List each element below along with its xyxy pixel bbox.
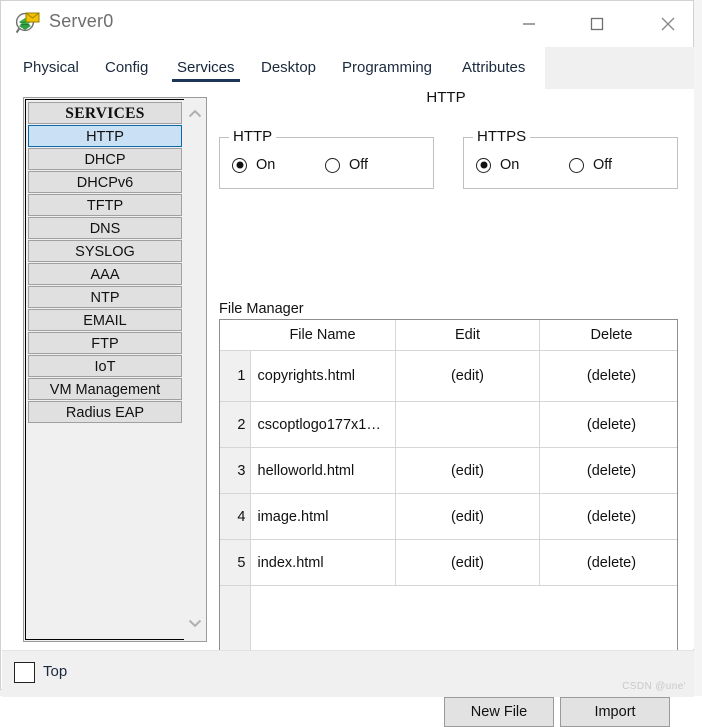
sidebar-scrollbar[interactable] xyxy=(184,99,205,640)
https-radio-on[interactable]: On xyxy=(476,154,519,176)
window-title: Server0 xyxy=(49,11,114,31)
http-groupbox: HTTP On Off xyxy=(219,128,434,189)
file-manager-table: File Name Edit Delete 1 copyrights.html … xyxy=(219,319,678,686)
sidebar-item-syslog[interactable]: SYSLOG xyxy=(28,240,182,262)
radio-selected-icon xyxy=(476,157,491,173)
top-checkbox[interactable] xyxy=(14,662,35,683)
body-area: SERVICES HTTP DHCP DHCPv6 TFTP DNS SYSLO… xyxy=(1,89,695,727)
table-row: 4 image.html (edit) (delete) xyxy=(220,493,677,540)
row-index: 3 xyxy=(220,447,251,494)
tab-desktop[interactable]: Desktop xyxy=(261,59,316,82)
tab-strip-filler xyxy=(545,47,695,89)
file-manager-label: File Manager xyxy=(219,301,304,317)
sidebar-item-iot[interactable]: IoT xyxy=(28,355,182,377)
row-index: 1 xyxy=(220,350,251,402)
row-edit-link[interactable] xyxy=(395,401,540,448)
https-radio-off-label: Off xyxy=(593,157,613,173)
row-index: 2 xyxy=(220,401,251,448)
sidebar-item-dhcpv6[interactable]: DHCPv6 xyxy=(28,171,182,193)
server-device-icon xyxy=(15,10,41,36)
row-index: 5 xyxy=(220,539,251,586)
table-header-row: File Name Edit Delete xyxy=(220,320,677,351)
window-right-edge xyxy=(694,0,702,696)
table-row: 2 cscoptlogo177x1… (delete) xyxy=(220,401,677,448)
http-radio-on-label: On xyxy=(256,157,276,173)
row-edit-link[interactable]: (edit) xyxy=(395,350,540,402)
sidebar-header: SERVICES xyxy=(28,102,182,124)
maximize-icon[interactable] xyxy=(574,1,620,47)
minimize-icon[interactable] xyxy=(506,1,552,47)
sidebar-item-tftp[interactable]: TFTP xyxy=(28,194,182,216)
https-groupbox: HTTPS On Off xyxy=(463,128,678,189)
sidebar-item-aaa[interactable]: AAA xyxy=(28,263,182,285)
window-inner-frame: Server0 Physical Config Services Desktop… xyxy=(0,0,695,727)
sidebar-item-ntp[interactable]: NTP xyxy=(28,286,182,308)
http-groupbox-legend: HTTP xyxy=(229,128,277,145)
header-delete: Delete xyxy=(539,320,677,351)
row-file-name: cscoptlogo177x1… xyxy=(250,401,396,448)
https-radio-on-label: On xyxy=(500,157,520,173)
services-list: SERVICES HTTP DHCP DHCPv6 TFTP DNS SYSLO… xyxy=(25,99,185,640)
http-radio-row: On Off xyxy=(228,154,428,180)
tab-strip: Physical Config Services Desktop Program… xyxy=(1,47,695,89)
sidebar-item-dns[interactable]: DNS xyxy=(28,217,182,239)
row-file-name: image.html xyxy=(250,493,396,540)
sidebar-item-vm-management[interactable]: VM Management xyxy=(28,378,182,400)
tab-services[interactable]: Services xyxy=(172,59,240,82)
tab-programming[interactable]: Programming xyxy=(342,59,432,82)
footer-bar: Top CSDN @une' xyxy=(2,650,694,697)
row-file-name: index.html xyxy=(250,539,396,586)
sidebar-item-dhcp[interactable]: DHCP xyxy=(28,148,182,170)
title-bar: Server0 xyxy=(1,1,693,47)
https-groupbox-legend: HTTPS xyxy=(473,128,531,145)
header-file-name: File Name xyxy=(250,320,396,351)
https-radio-off[interactable]: Off xyxy=(569,154,612,176)
tab-attributes[interactable]: Attributes xyxy=(462,59,525,82)
chevron-down-icon[interactable] xyxy=(184,612,205,634)
http-radio-off-label: Off xyxy=(349,157,369,173)
row-delete-link[interactable]: (delete) xyxy=(539,350,677,402)
radio-unselected-icon xyxy=(325,157,340,173)
table-row: 1 copyrights.html (edit) (delete) xyxy=(220,350,677,402)
radio-unselected-icon xyxy=(569,157,584,173)
sidebar-item-http[interactable]: HTTP xyxy=(28,125,182,147)
row-delete-link[interactable]: (delete) xyxy=(539,539,677,586)
sidebar-item-ftp[interactable]: FTP xyxy=(28,332,182,354)
table-row: 5 index.html (edit) (delete) xyxy=(220,539,677,586)
row-index: 4 xyxy=(220,493,251,540)
sidebar-item-radius-eap[interactable]: Radius EAP xyxy=(28,401,182,423)
header-edit: Edit xyxy=(395,320,540,351)
table-row: 3 helloworld.html (edit) (delete) xyxy=(220,447,677,494)
row-edit-link[interactable]: (edit) xyxy=(395,447,540,494)
sidebar-item-email[interactable]: EMAIL xyxy=(28,309,182,331)
row-delete-link[interactable]: (delete) xyxy=(539,401,677,448)
new-file-button[interactable]: New File xyxy=(444,697,554,727)
row-delete-link[interactable]: (delete) xyxy=(539,447,677,494)
http-radio-on[interactable]: On xyxy=(232,154,275,176)
application-window: Server0 Physical Config Services Desktop… xyxy=(0,0,702,727)
chevron-up-icon[interactable] xyxy=(184,103,205,125)
services-sidebar: SERVICES HTTP DHCP DHCPv6 TFTP DNS SYSLO… xyxy=(23,97,207,642)
tab-config[interactable]: Config xyxy=(105,59,148,82)
main-content: HTTP HTTP On Off HTTPS On Off File Manag… xyxy=(216,89,686,727)
http-radio-off[interactable]: Off xyxy=(325,154,368,176)
import-button[interactable]: Import xyxy=(560,697,670,727)
top-checkbox-label: Top xyxy=(43,663,68,680)
watermark-text: CSDN @une' xyxy=(622,681,686,692)
radio-selected-icon xyxy=(232,157,247,173)
row-file-name: helloworld.html xyxy=(250,447,396,494)
close-icon[interactable] xyxy=(645,1,691,47)
https-radio-row: On Off xyxy=(472,154,672,180)
tab-physical[interactable]: Physical xyxy=(23,59,79,82)
header-index xyxy=(220,320,250,351)
row-edit-link[interactable]: (edit) xyxy=(395,539,540,586)
page-title: HTTP xyxy=(426,89,466,106)
row-delete-link[interactable]: (delete) xyxy=(539,493,677,540)
row-file-name: copyrights.html xyxy=(250,350,396,402)
row-edit-link[interactable]: (edit) xyxy=(395,493,540,540)
